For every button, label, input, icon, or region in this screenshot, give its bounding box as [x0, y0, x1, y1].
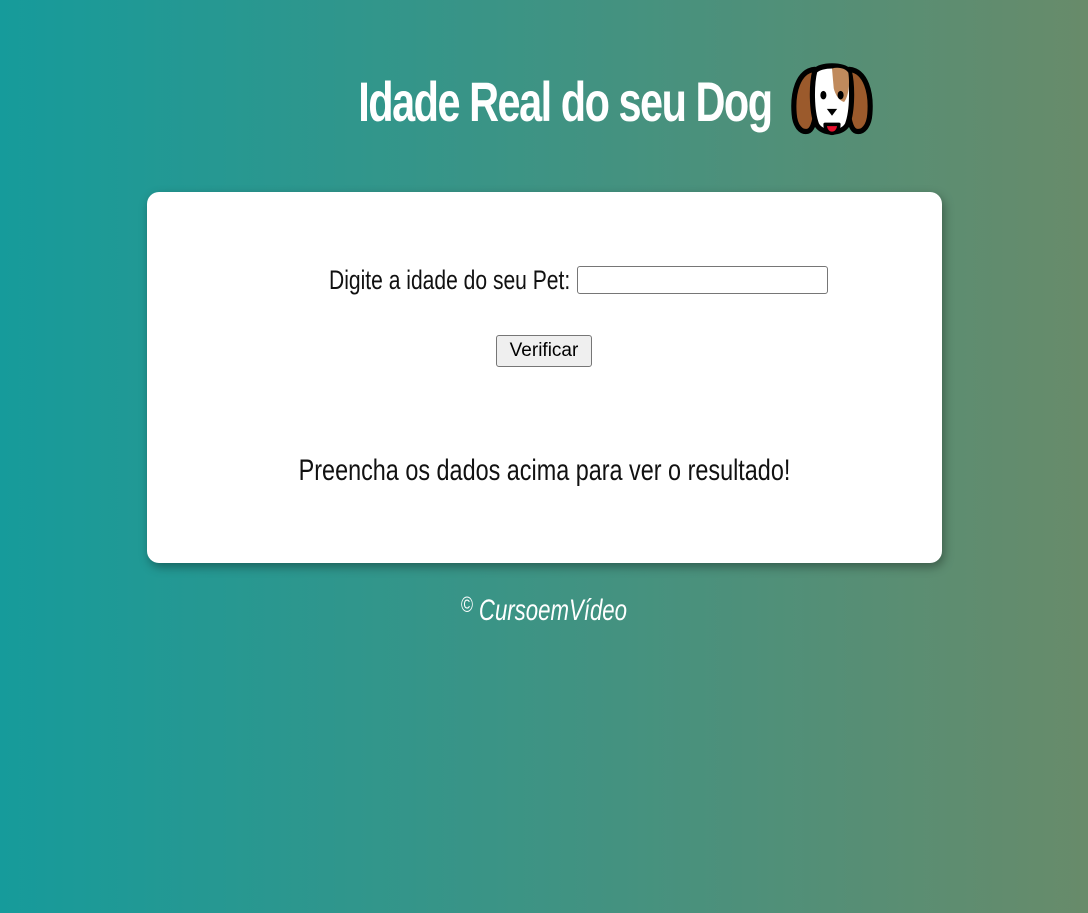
verify-button[interactable]: Verificar	[496, 335, 592, 367]
age-label: Digite a idade do seu Pet:	[329, 264, 571, 295]
copyright-symbol: ©	[460, 592, 473, 617]
form-card: Digite a idade do seu Pet: Verificar Pre…	[147, 192, 942, 563]
age-input[interactable]	[576, 266, 828, 294]
dog-face-icon	[791, 63, 874, 136]
result-message: Preencha os dados acima para ver o resul…	[298, 454, 791, 487]
page-title: Idade Real do seu Dog	[357, 70, 773, 133]
footer-text: CursoemVídeo	[478, 594, 627, 627]
footer: © CursoemVídeo	[141, 592, 946, 628]
age-form-row: Digite a idade do seu Pet:	[147, 260, 942, 300]
page-header: Idade Real do seu Dog	[0, 52, 1088, 152]
